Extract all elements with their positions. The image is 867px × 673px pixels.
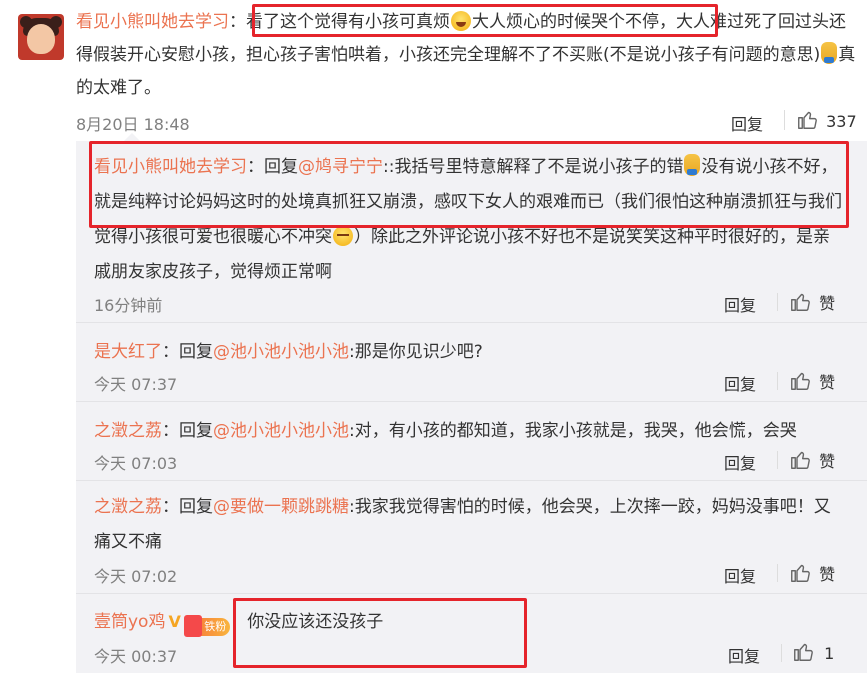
main-like-count: 337 <box>826 112 857 131</box>
reply-4-timestamp: 今天 07:02 <box>94 567 178 586</box>
reply-1-timestamp: 16分钟前 <box>94 296 163 315</box>
reply-2-text-1: :那是你见识少吧? <box>349 342 483 362</box>
separator <box>76 593 867 594</box>
divider <box>777 293 778 311</box>
thumbs-up-icon <box>791 372 810 390</box>
reply-3-username[interactable]: 之澂之荔 <box>94 421 162 441</box>
reply-5-timestamp: 今天 00:37 <box>94 647 178 666</box>
reply-3-reply-button[interactable]: 回复 <box>724 450 756 474</box>
reply-2-mention[interactable]: @池小池小池小池 <box>213 342 349 362</box>
thumbs-up-icon <box>791 293 810 311</box>
shy-emoji <box>333 226 353 246</box>
reply-4-mention[interactable]: @要做一颗跳跳糖 <box>213 497 349 517</box>
reply-4-like-button[interactable]: 赞 <box>790 561 835 585</box>
reply-4-reply-button[interactable]: 回复 <box>724 563 756 587</box>
separator <box>76 401 867 402</box>
thumbs-up-icon <box>791 564 810 582</box>
reply-3-like-label: 赞 <box>819 452 836 471</box>
thumbs-up-icon <box>791 451 810 469</box>
reply-5-reply-button[interactable]: 回复 <box>728 643 760 667</box>
thumbs-up-icon <box>794 643 813 661</box>
divider <box>784 110 785 130</box>
reply-2-like-button[interactable]: 赞 <box>790 369 835 393</box>
reply-2-timestamp: 今天 07:37 <box>94 375 178 394</box>
reply-2-prefix: ：回复 <box>162 342 213 362</box>
verified-v-icon: V <box>168 612 181 631</box>
reply-4-prefix: ：回复 <box>162 497 213 517</box>
reply-1-like-button[interactable]: 赞 <box>790 290 835 314</box>
divider <box>777 564 778 582</box>
reply-1-like-label: 赞 <box>819 294 836 313</box>
divider <box>781 644 782 662</box>
reply-5-like-count: 1 <box>824 644 835 663</box>
reply-3-mention[interactable]: @池小池小池小池 <box>213 421 349 441</box>
thumbs-up-icon <box>798 111 817 129</box>
reply-2-like-label: 赞 <box>819 373 836 392</box>
reply-3-text-1: :对，有小孩的都知道，我家小孩就是，我哭，他会慌，会哭 <box>349 421 797 441</box>
reply-2-text: 是大红了：回复@池小池小池小池:那是你见识少吧? <box>94 335 844 370</box>
reply-3-prefix: ：回复 <box>162 421 213 441</box>
main-comment-timestamp: 8月20日 18:48 <box>76 115 190 134</box>
replies-panel: 看见小熊叫她去学习：回复@鸠寻宁宁::我括号里特意解释了不是说小孩子的错 没有说小… <box>76 133 867 673</box>
fan-badge-icon: 铁粉 <box>184 615 231 637</box>
reply-2-reply-button[interactable]: 回复 <box>724 371 756 395</box>
divider <box>777 451 778 469</box>
separator <box>76 480 867 481</box>
highlight-box-reply-5 <box>233 598 527 668</box>
worried-emoji <box>821 42 838 64</box>
main-reply-button[interactable]: 回复 <box>731 111 763 135</box>
highlight-box-reply-1 <box>89 141 849 228</box>
reply-2-username[interactable]: 是大红了 <box>94 342 162 362</box>
main-like-button[interactable]: 337 <box>797 109 857 131</box>
reply-5-username[interactable]: 壹筒yo鸡 <box>94 612 165 632</box>
reply-4-username[interactable]: 之澂之荔 <box>94 497 162 517</box>
reply-3-text: 之澂之荔：回复@池小池小池小池:对，有小孩的都知道，我家小孩就是，我哭，他会慌，… <box>94 414 844 449</box>
reply-4-text: 之澂之荔：回复@要做一颗跳跳糖:我家我觉得害怕的时候，他会哭，上次摔一跤，妈妈没… <box>94 490 844 560</box>
highlight-box-main <box>252 4 718 37</box>
avatar[interactable] <box>18 14 64 60</box>
reply-4-like-label: 赞 <box>819 565 836 584</box>
divider <box>777 372 778 390</box>
reply-5-like-button[interactable]: 1 <box>793 641 834 663</box>
main-comment-username[interactable]: 看见小熊叫她去学习 <box>76 12 229 32</box>
reply-3-like-button[interactable]: 赞 <box>790 448 835 472</box>
reply-3-timestamp: 今天 07:03 <box>94 454 178 473</box>
reply-1-reply-button[interactable]: 回复 <box>724 292 756 316</box>
separator <box>76 322 867 323</box>
